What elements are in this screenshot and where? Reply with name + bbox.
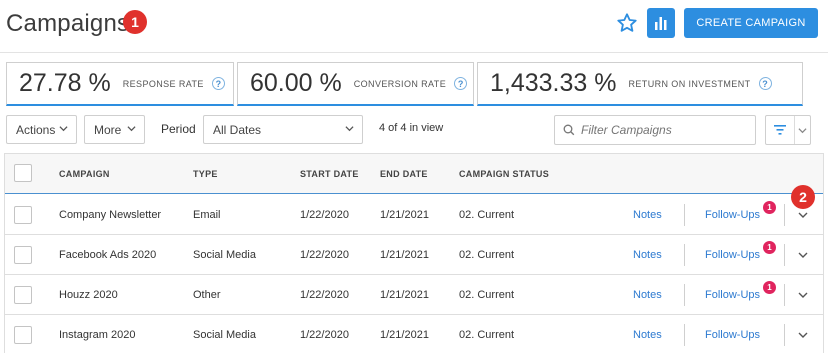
column-header-type[interactable]: TYPE — [193, 169, 218, 179]
campaign-status: 02. Current — [459, 249, 515, 261]
divider — [784, 244, 785, 266]
step-badge-2: 2 — [791, 185, 815, 209]
table-row[interactable]: Instagram 2020 Social Media 1/22/2020 1/… — [5, 315, 823, 353]
star-icon — [617, 13, 637, 32]
campaign-name[interactable]: Houzz 2020 — [59, 289, 118, 301]
campaign-name[interactable]: Company Newsletter — [59, 209, 161, 221]
stat-value: 27.78 % — [19, 69, 111, 97]
filter-toggle[interactable] — [766, 116, 795, 144]
expand-row-chevron-icon[interactable] — [798, 330, 808, 340]
follow-ups-link[interactable]: Follow-Ups — [705, 329, 760, 341]
divider — [784, 324, 785, 346]
follow-up-count-badge: 1 — [763, 201, 776, 214]
divider — [684, 204, 685, 226]
row-checkbox[interactable] — [14, 206, 32, 224]
campaigns-table: CAMPAIGN TYPE START DATE END DATE CAMPAI… — [4, 153, 824, 353]
bar-chart-icon — [655, 17, 667, 30]
expand-row-chevron-icon[interactable] — [798, 290, 808, 300]
reports-button[interactable] — [647, 8, 675, 38]
actions-dropdown[interactable]: Actions — [6, 115, 77, 144]
campaign-name[interactable]: Instagram 2020 — [59, 329, 135, 341]
divider — [784, 284, 785, 306]
notes-link[interactable]: Notes — [633, 289, 662, 301]
column-header-end-date[interactable]: END DATE — [380, 169, 428, 179]
period-select[interactable]: All Dates — [203, 115, 363, 144]
campaign-status: 02. Current — [459, 289, 515, 301]
stat-label: RETURN ON INVESTMENT — [628, 78, 751, 89]
row-checkbox[interactable] — [14, 326, 32, 344]
row-checkbox[interactable] — [14, 286, 32, 304]
campaign-type: Social Media — [193, 329, 256, 341]
column-header-campaign-status[interactable]: CAMPAIGN STATUS — [459, 169, 549, 179]
follow-ups-link[interactable]: Follow-Ups — [705, 289, 760, 301]
campaign-status: 02. Current — [459, 209, 515, 221]
divider — [784, 204, 785, 226]
period-label: Period — [161, 122, 196, 136]
table-row[interactable]: Facebook Ads 2020 Social Media 1/22/2020… — [5, 235, 823, 275]
follow-ups-link[interactable]: Follow-Ups — [705, 209, 760, 221]
notes-link[interactable]: Notes — [633, 209, 662, 221]
follow-up-count-badge: 1 — [763, 281, 776, 294]
filter-button[interactable] — [765, 115, 811, 145]
help-icon[interactable]: ? — [454, 77, 468, 90]
end-date: 1/21/2021 — [380, 209, 429, 221]
notes-link[interactable]: Notes — [633, 329, 662, 341]
notes-link[interactable]: Notes — [633, 249, 662, 261]
expand-row-chevron-icon[interactable] — [798, 250, 808, 260]
table-header: CAMPAIGN TYPE START DATE END DATE CAMPAI… — [5, 154, 823, 194]
search-box — [554, 115, 756, 145]
stat-value: 60.00 % — [250, 69, 342, 97]
page-title: Campaigns — [6, 10, 130, 37]
table-row[interactable]: Houzz 2020 Other 1/22/2020 1/21/2021 02.… — [5, 275, 823, 315]
more-dropdown[interactable]: More — [84, 115, 145, 144]
actions-label: Actions — [16, 122, 56, 137]
follow-ups-link[interactable]: Follow-Ups — [705, 249, 760, 261]
campaign-type: Email — [193, 209, 221, 221]
follow-up-count-badge: 1 — [763, 241, 776, 254]
campaign-type: Other — [193, 289, 221, 301]
campaign-type: Social Media — [193, 249, 256, 261]
row-checkbox[interactable] — [14, 246, 32, 264]
stat-label: RESPONSE RATE — [122, 78, 204, 89]
start-date: 1/22/2020 — [300, 329, 349, 341]
more-label: More — [94, 122, 122, 137]
view-count: 4 of 4 in view — [379, 122, 444, 134]
stat-value: 1,433.33 % — [490, 69, 617, 97]
column-header-campaign[interactable]: CAMPAIGN — [59, 169, 110, 179]
filter-icon — [774, 125, 786, 135]
end-date: 1/21/2021 — [380, 249, 429, 261]
column-header-start-date[interactable]: START DATE — [300, 169, 359, 179]
chevron-down-icon — [59, 126, 68, 132]
end-date: 1/21/2021 — [380, 329, 429, 341]
filter-options-toggle[interactable] — [795, 116, 810, 144]
favorite-button[interactable] — [614, 10, 640, 36]
campaign-name[interactable]: Facebook Ads 2020 — [59, 249, 156, 261]
end-date: 1/21/2021 — [380, 289, 429, 301]
start-date: 1/22/2020 — [300, 249, 349, 261]
roi-card: 1,433.33 % RETURN ON INVESTMENT ? — [477, 62, 803, 106]
step-badge-1: 1 — [123, 10, 147, 34]
start-date: 1/22/2020 — [300, 289, 349, 301]
create-campaign-button[interactable]: CREATE CAMPAIGN — [684, 8, 818, 38]
start-date: 1/22/2020 — [300, 209, 349, 221]
divider — [684, 324, 685, 346]
page-header: Campaigns 1 CREATE CAMPAIGN — [0, 0, 828, 53]
table-row[interactable]: Company Newsletter Email 1/22/2020 1/21/… — [5, 185, 823, 235]
campaign-status: 02. Current — [459, 329, 515, 341]
chevron-down-icon — [127, 126, 136, 132]
help-icon[interactable]: ? — [758, 77, 772, 90]
expand-row-chevron-icon[interactable] — [798, 210, 808, 220]
chevron-down-icon — [798, 127, 807, 133]
stat-label: CONVERSION RATE — [353, 78, 447, 89]
period-value: All Dates — [213, 122, 262, 137]
divider — [684, 244, 685, 266]
divider — [684, 284, 685, 306]
help-icon[interactable]: ? — [211, 77, 225, 90]
conversion-rate-card: 60.00 % CONVERSION RATE ? — [237, 62, 474, 106]
search-icon — [563, 124, 575, 136]
response-rate-card: 27.78 % RESPONSE RATE ? — [6, 62, 234, 106]
select-all-checkbox[interactable] — [14, 164, 32, 182]
filter-campaigns-input[interactable] — [581, 123, 751, 137]
chevron-down-icon — [345, 126, 354, 132]
